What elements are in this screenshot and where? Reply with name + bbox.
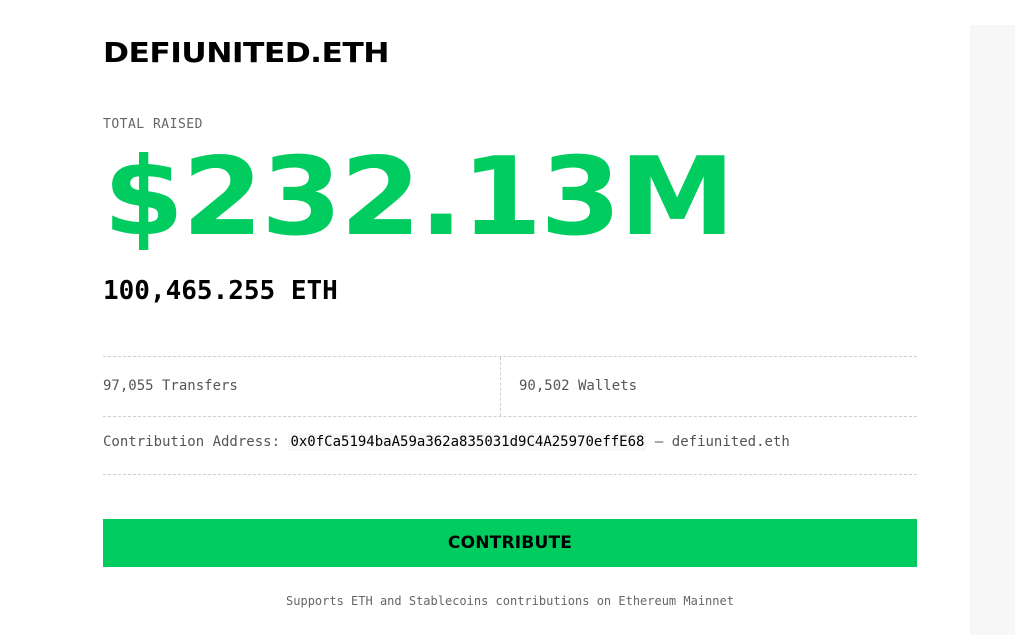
transfers-count: 97,055 Transfers (103, 378, 238, 394)
stats-divider (500, 357, 501, 416)
side-panel (970, 25, 1015, 635)
divider-bottom (103, 474, 917, 475)
contribute-button[interactable]: CONTRIBUTE (103, 519, 917, 567)
wallets-count: 90,502 Wallets (519, 378, 638, 394)
supported-networks-note: Supports ETH and Stablecoins contributio… (286, 594, 734, 608)
contribution-address-label: Contribution Address: (103, 434, 281, 450)
divider-middle (103, 416, 917, 417)
ens-name[interactable]: defiunited.eth (672, 434, 790, 450)
contribution-address-row: Contribution Address: 0x0fCa5194baA59a36… (103, 433, 790, 451)
total-raised-usd: $232.13M (103, 135, 735, 260)
total-raised-label: TOTAL RAISED (103, 117, 203, 132)
address-separator: — (654, 434, 664, 450)
total-raised-eth: 100,465.255 ETH (103, 276, 338, 306)
stats-row: 97,055 Transfers 90,502 Wallets (103, 357, 917, 416)
brand-title: DEFIUNITED.ETH (103, 36, 389, 69)
contribution-address[interactable]: 0x0fCa5194baA59a362a835031d9C4A25970effE… (288, 433, 647, 451)
